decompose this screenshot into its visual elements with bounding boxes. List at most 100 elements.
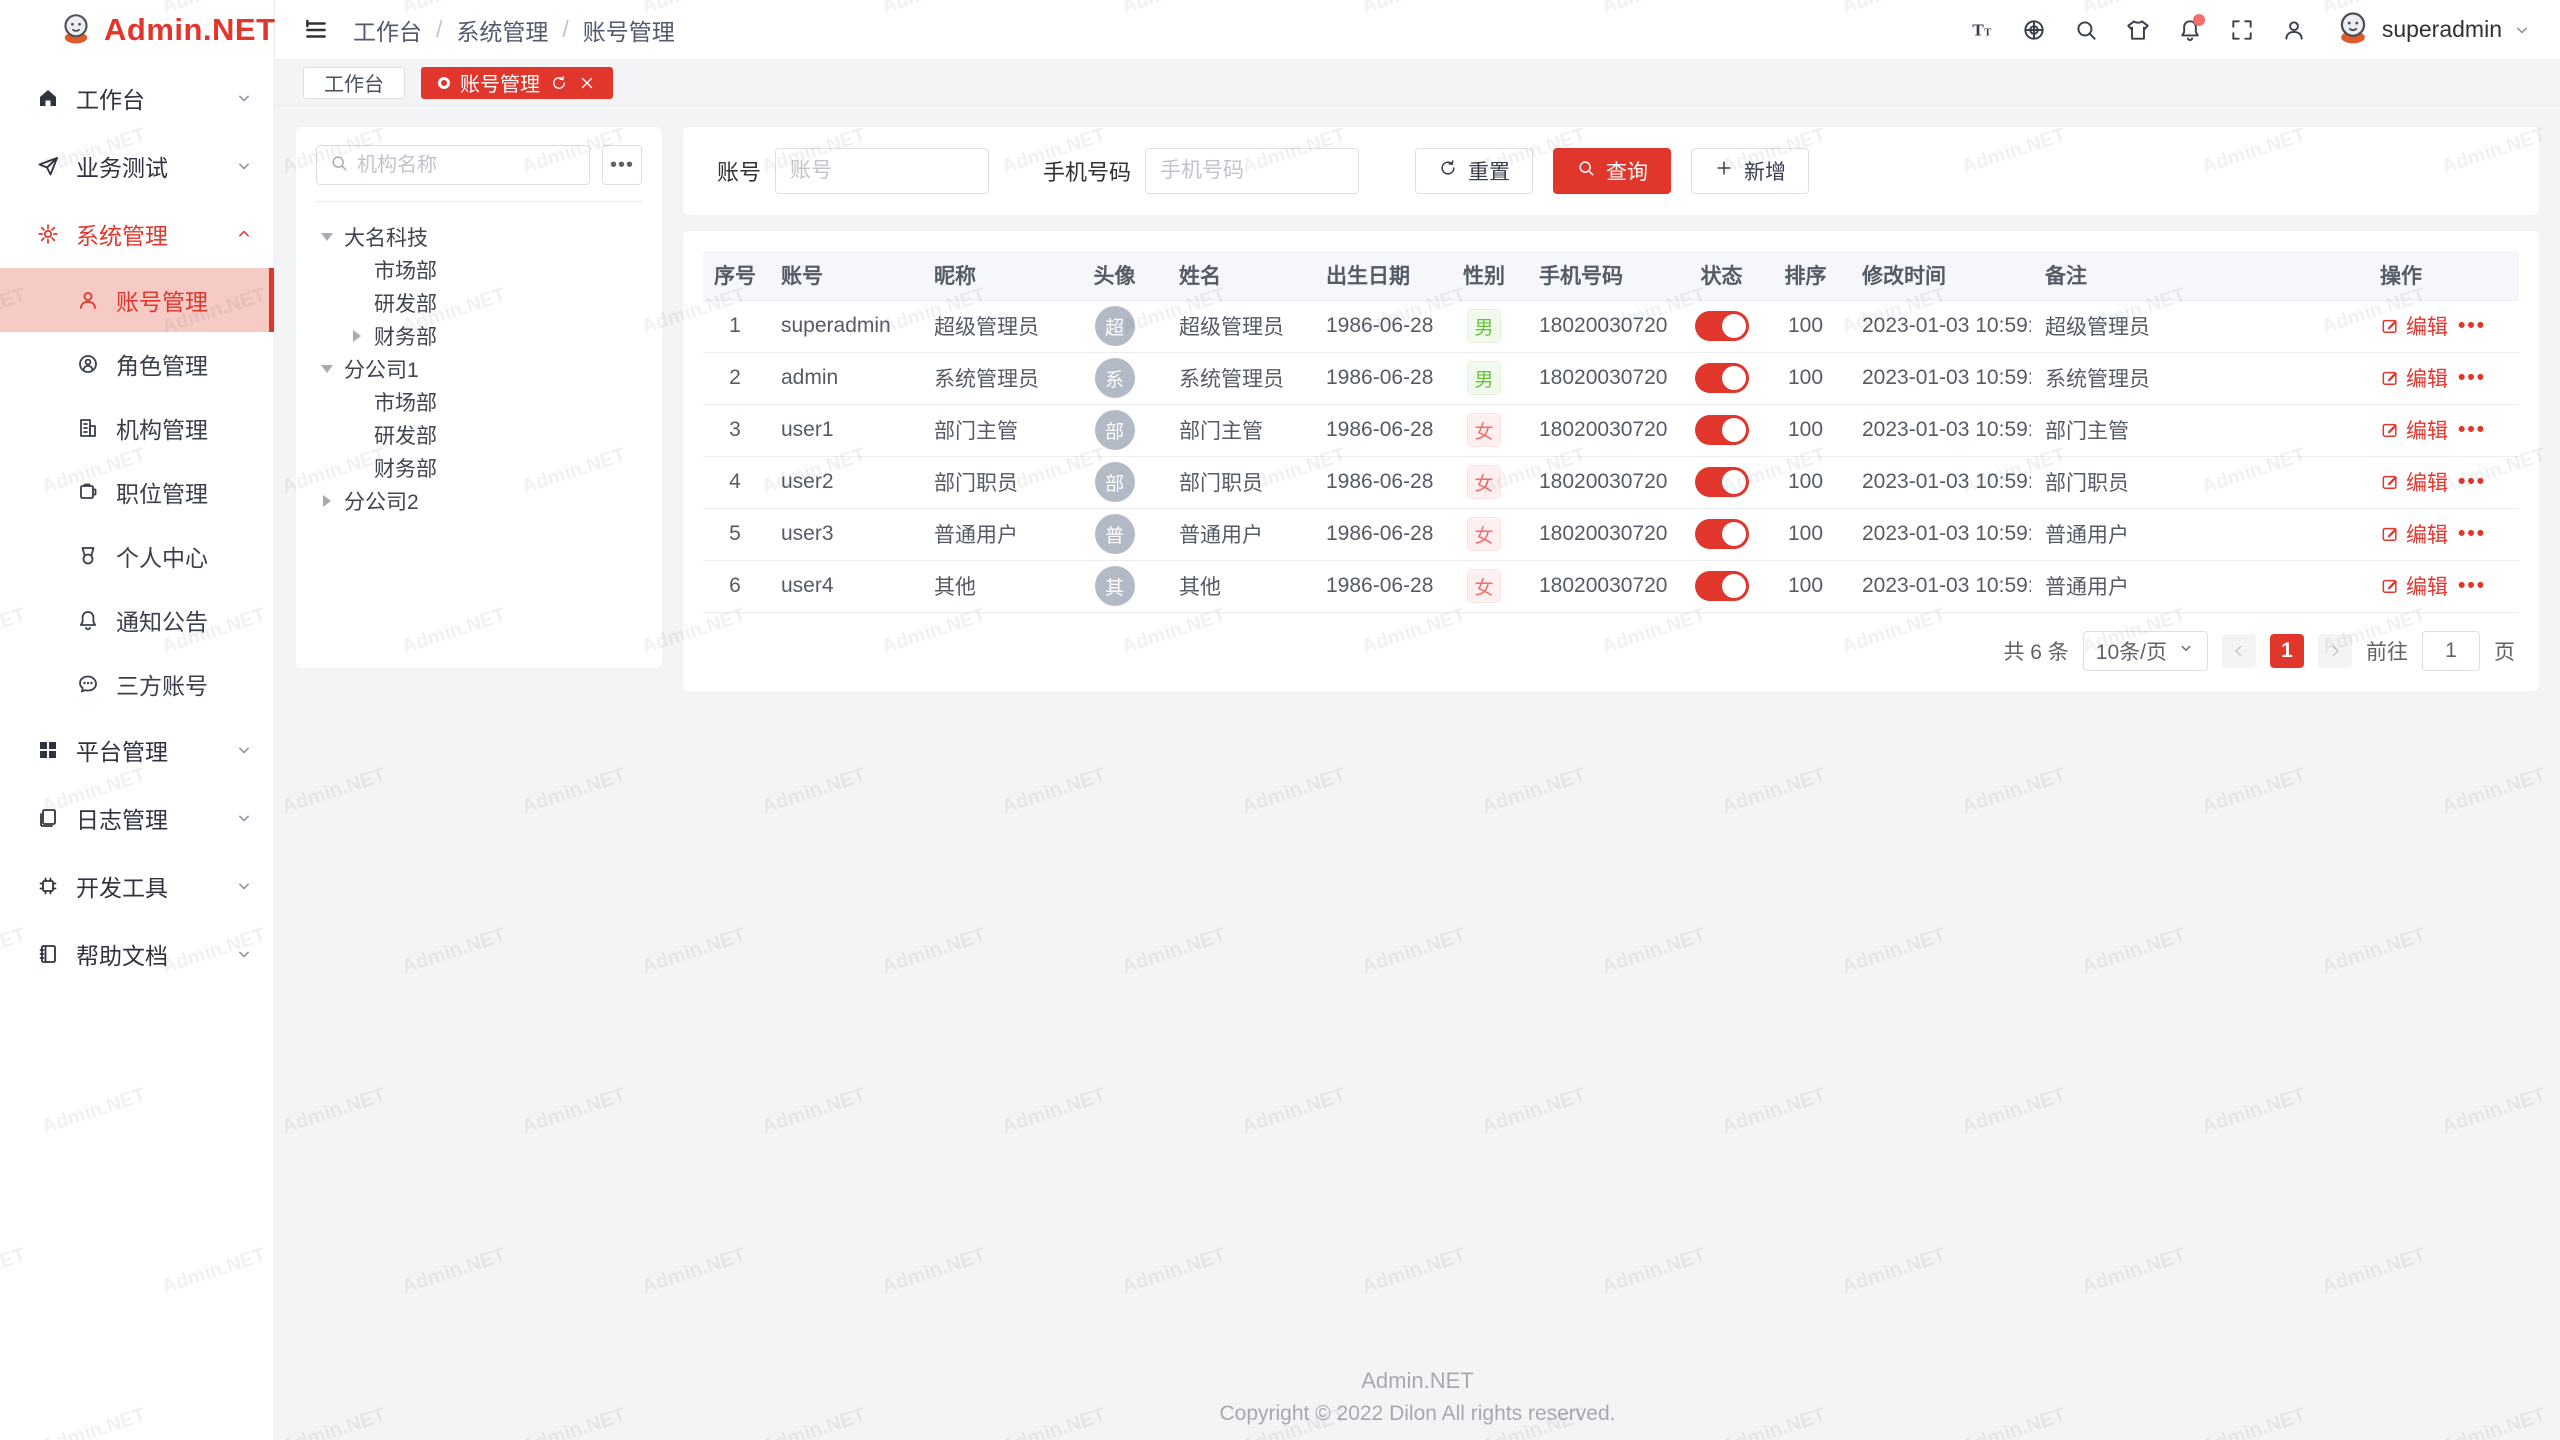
add-button[interactable]: 新增 (1691, 148, 1809, 194)
sex-tag: 男 (1467, 309, 1501, 343)
account-input[interactable] (775, 148, 989, 194)
tree-node-分公司2[interactable]: 分公司2 (316, 484, 642, 517)
breadcrumb-item[interactable]: 账号管理 (583, 13, 675, 47)
breadcrumb-item[interactable]: 工作台 (353, 13, 422, 47)
prev-page-button[interactable] (2222, 634, 2256, 668)
tree-caret-icon[interactable] (316, 490, 338, 512)
edit-button[interactable]: 编辑 (2380, 415, 2448, 445)
query-button[interactable]: 查询 (1553, 148, 1671, 194)
status-toggle[interactable] (1695, 519, 1749, 549)
footer: Admin.NET Copyright © 2022 Dilon All rig… (275, 1368, 2560, 1426)
row-more-button[interactable]: ••• (2458, 314, 2486, 338)
sidebar-item-系统管理[interactable]: 系统管理 (0, 200, 274, 268)
logo-monkey-icon (58, 10, 94, 51)
edit-button[interactable]: 编辑 (2380, 571, 2448, 601)
sidebar-item-三方账号[interactable]: 三方账号 (0, 652, 274, 716)
tree-node-研发部[interactable]: 研发部 (316, 418, 642, 451)
column-header-状态: 状态 (1680, 251, 1763, 300)
cell-nickname: 超级管理员 (920, 300, 1064, 352)
tree-caret-icon[interactable] (346, 325, 368, 347)
tree-node-市场部[interactable]: 市场部 (316, 253, 642, 286)
tree-node-市场部[interactable]: 市场部 (316, 385, 642, 418)
sidebar-item-角色管理[interactable]: 角色管理 (0, 332, 274, 396)
collapse-menu-icon[interactable] (303, 17, 329, 43)
status-toggle[interactable] (1695, 571, 1749, 601)
next-page-button[interactable] (2318, 634, 2352, 668)
tree-node-研发部[interactable]: 研发部 (316, 286, 642, 319)
status-toggle[interactable] (1695, 415, 1749, 445)
status-toggle[interactable] (1695, 363, 1749, 393)
tree-caret-icon[interactable] (316, 226, 338, 248)
tree-node-财务部[interactable]: 财务部 (316, 451, 642, 484)
fullscreen-icon[interactable] (2220, 8, 2264, 52)
person-icon[interactable] (2272, 8, 2316, 52)
status-toggle[interactable] (1695, 467, 1749, 497)
org-tree-panel: ••• 大名科技 市场部 研发部 财务部 分公司1 市场部 研发部 财务部 分公… (296, 127, 662, 668)
cell-nickname: 部门职员 (920, 456, 1064, 508)
edit-button[interactable]: 编辑 (2380, 519, 2448, 549)
sidebar-item-开发工具[interactable]: 开发工具 (0, 852, 274, 920)
search-icon (329, 153, 349, 178)
chevron-down-icon (234, 876, 254, 896)
pagination-total: 共 6 条 (2003, 636, 2068, 666)
tree-node-分公司1[interactable]: 分公司1 (316, 352, 642, 385)
row-more-button[interactable]: ••• (2458, 418, 2486, 442)
goto-page-input[interactable] (2422, 631, 2480, 671)
font-size-icon[interactable]: TT (1960, 8, 2004, 52)
page-suffix-label: 页 (2494, 636, 2515, 666)
row-more-button[interactable]: ••• (2458, 470, 2486, 494)
edit-button[interactable]: 编辑 (2380, 311, 2448, 341)
cell-birth: 1986-06-28 (1312, 508, 1443, 560)
sidebar-item-通知公告[interactable]: 通知公告 (0, 588, 274, 652)
sidebar-item-帮助文档[interactable]: 帮助文档 (0, 920, 274, 988)
avatar: 部 (1095, 462, 1135, 502)
edit-button[interactable]: 编辑 (2380, 363, 2448, 393)
tab-账号管理[interactable]: 账号管理 (421, 67, 613, 99)
breadcrumb-item[interactable]: 系统管理 (456, 13, 548, 47)
tab-close-icon[interactable] (578, 74, 596, 92)
search-icon[interactable] (2064, 8, 2108, 52)
bell-icon[interactable] (2168, 8, 2212, 52)
avatar: 超 (1095, 306, 1135, 346)
cell-sort: 100 (1763, 456, 1848, 508)
tab-refresh-icon[interactable] (550, 74, 568, 92)
main-content: ••• 大名科技 市场部 研发部 财务部 分公司1 市场部 研发部 财务部 分公… (275, 106, 2560, 1440)
avatar: 普 (1095, 514, 1135, 554)
row-more-button[interactable]: ••• (2458, 366, 2486, 390)
page-size-select[interactable]: 10条/页 (2083, 631, 2208, 671)
sidebar-item-账号管理[interactable]: 账号管理 (0, 268, 274, 332)
phone-input[interactable] (1145, 148, 1359, 194)
sidebar-item-机构管理[interactable]: 机构管理 (0, 396, 274, 460)
row-more-button[interactable]: ••• (2458, 574, 2486, 598)
sidebar-item-平台管理[interactable]: 平台管理 (0, 716, 274, 784)
cell-name: 超级管理员 (1165, 300, 1312, 352)
sidebar-item-日志管理[interactable]: 日志管理 (0, 784, 274, 852)
reset-button[interactable]: 重置 (1415, 148, 1533, 194)
cell-remark: 部门主管 (2031, 404, 2366, 456)
edit-icon (2380, 576, 2400, 596)
cell-account: superadmin (767, 300, 920, 352)
cell-birth: 1986-06-28 (1312, 300, 1443, 352)
current-page-button[interactable]: 1 (2270, 634, 2304, 668)
column-header-修改时间: 修改时间 (1848, 251, 2031, 300)
sidebar-item-工作台[interactable]: 工作台 (0, 64, 274, 132)
org-search-input[interactable] (357, 154, 577, 177)
user-menu[interactable]: superadmin (2334, 8, 2532, 51)
sidebar-item-业务测试[interactable]: 业务测试 (0, 132, 274, 200)
language-icon[interactable] (2012, 8, 2056, 52)
tree-node-大名科技[interactable]: 大名科技 (316, 220, 642, 253)
tab-工作台[interactable]: 工作台 (303, 67, 405, 99)
sidebar-item-个人中心[interactable]: 个人中心 (0, 524, 274, 588)
org-tree-header: ••• (316, 145, 642, 202)
avatar (2334, 8, 2372, 51)
tree-node-财务部[interactable]: 财务部 (316, 319, 642, 352)
sidebar-item-label: 职位管理 (116, 475, 208, 509)
sidebar-item-职位管理[interactable]: 职位管理 (0, 460, 274, 524)
tree-more-button[interactable]: ••• (602, 145, 642, 185)
cell-avatar: 系 (1064, 352, 1165, 404)
status-toggle[interactable] (1695, 311, 1749, 341)
edit-button[interactable]: 编辑 (2380, 467, 2448, 497)
row-more-button[interactable]: ••• (2458, 522, 2486, 546)
theme-shirt-icon[interactable] (2116, 8, 2160, 52)
tree-caret-icon[interactable] (316, 358, 338, 380)
